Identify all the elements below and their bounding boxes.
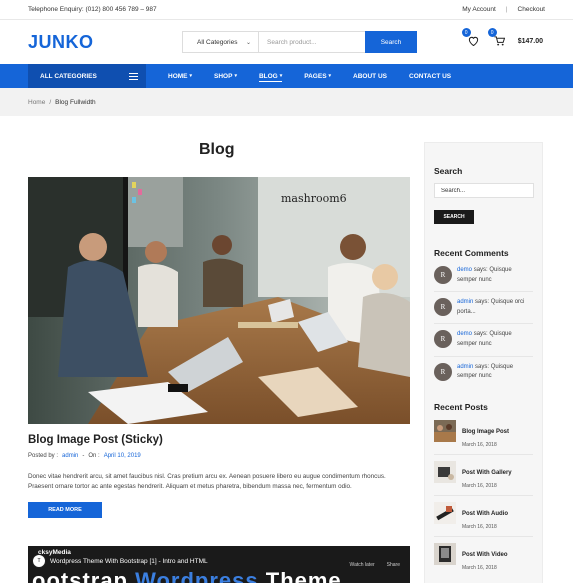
channel-avatar-icon: T bbox=[32, 554, 46, 568]
checkout-link[interactable]: Checkout bbox=[518, 6, 545, 13]
top-links: My Account | Checkout bbox=[462, 6, 545, 13]
chevron-down-icon: ▾ bbox=[279, 73, 283, 79]
nav-items: HOME ▾ SHOP ▾ BLOG ▾ PAGES ▾ ABOUT US CONTAC… bbox=[168, 64, 473, 88]
recent-comments-list: R demo says: Quisque semper nunc R admin… bbox=[434, 260, 533, 388]
top-bar: Telephone Enquiry: (012) 800 456 789 – 9… bbox=[0, 0, 573, 20]
chevron-down-icon: ▾ bbox=[328, 73, 332, 79]
top-separator: | bbox=[505, 6, 508, 13]
page-title: Blog bbox=[199, 141, 235, 158]
cart-icon bbox=[494, 36, 506, 46]
wishlist-count-badge: 0 bbox=[461, 28, 471, 37]
breadcrumb-current: Blog Fullwidth bbox=[55, 98, 96, 106]
comment-item: R admin says: Quisque orci porta... bbox=[434, 292, 533, 325]
post-excerpt: Donec vitae hendrerit arcu, sit amet fau… bbox=[28, 473, 386, 491]
post-date-link[interactable]: April 10, 2019 bbox=[104, 453, 141, 459]
recent-post-item: Post With Audio March 16, 2018 bbox=[434, 496, 533, 537]
recent-post-item: Post With Video March 16, 2018 bbox=[434, 537, 533, 577]
chevron-down-icon: ▾ bbox=[234, 73, 237, 79]
read-more-button[interactable]: READ MORE bbox=[28, 502, 102, 518]
search-button[interactable]: Search bbox=[365, 31, 417, 53]
avatar: R bbox=[434, 266, 452, 284]
meeting-photo: mashroom6 bbox=[28, 177, 410, 424]
recent-posts-heading: Recent Posts bbox=[434, 401, 488, 412]
sidebar-search-heading: Search bbox=[434, 166, 463, 176]
phone-enquiry: Telephone Enquiry: (012) 800 456 789 – 9… bbox=[28, 6, 157, 13]
cart-count-badge: 0 bbox=[487, 28, 497, 37]
avatar: R bbox=[434, 330, 452, 349]
wall-sign-text: mashroom6 bbox=[281, 192, 347, 205]
recent-post-date: March 16, 2018 bbox=[462, 482, 497, 489]
cart-button[interactable]: 0 bbox=[487, 28, 508, 49]
video-channel: cksyMedia bbox=[38, 549, 71, 556]
comment-item: R demo says: Quisque semper nunc bbox=[434, 324, 533, 357]
category-select[interactable]: All Categories ⌄ bbox=[183, 32, 259, 52]
nav-item-pages[interactable]: PAGES ▾ bbox=[304, 64, 331, 88]
sidebar: Search SEARCH Recent Comments R demo say… bbox=[424, 142, 543, 583]
recent-post-title[interactable]: Post With Gallery bbox=[462, 470, 512, 476]
sidebar-search-button[interactable]: SEARCH bbox=[434, 210, 474, 224]
chevron-down-icon: ⌄ bbox=[245, 39, 251, 46]
header-icons: 0 0 $147.00 bbox=[461, 28, 543, 49]
meta-separator: - bbox=[82, 453, 85, 459]
my-account-link[interactable]: My Account bbox=[462, 6, 496, 13]
post-featured-image[interactable]: mashroom6 bbox=[28, 177, 410, 424]
recent-post-title[interactable]: Blog Image Post bbox=[462, 429, 509, 435]
avatar: R bbox=[434, 362, 452, 381]
recent-post-date: March 16, 2018 bbox=[462, 564, 497, 571]
watch-later-button[interactable]: Watch later bbox=[350, 550, 375, 568]
post-author-link[interactable]: admin bbox=[62, 453, 78, 459]
wishlist-button[interactable]: 0 bbox=[461, 28, 482, 49]
nav-item-shop[interactable]: SHOP ▾ bbox=[214, 64, 237, 88]
cart-total: $147.00 bbox=[517, 37, 543, 45]
category-select-value: All Categories bbox=[197, 38, 238, 46]
recent-post-title[interactable]: Post With Audio bbox=[462, 511, 508, 517]
recent-post-item: Blog Image Post March 16, 2018 bbox=[434, 414, 533, 455]
sidebar-search-input[interactable] bbox=[434, 183, 534, 198]
recent-post-title[interactable]: Post With Video bbox=[462, 552, 508, 558]
nav-item-home[interactable]: HOME ▾ bbox=[168, 64, 192, 88]
video-actions: Watch later Share bbox=[350, 550, 400, 568]
main-nav: ALL CATEGORIES HOME ▾ SHOP ▾ BLOG ▾ PAGES ▾ … bbox=[0, 64, 573, 88]
video-title[interactable]: Wordpress Theme With Bootstrap [1] - Int… bbox=[50, 558, 208, 565]
recent-post-thumbnail[interactable] bbox=[434, 460, 456, 483]
comment-item: R admin says: Quisque semper nunc bbox=[434, 357, 533, 388]
comment-author-link[interactable]: demo bbox=[457, 267, 472, 273]
nav-item-blog[interactable]: BLOG ▾ bbox=[258, 64, 283, 88]
heart-icon bbox=[469, 36, 479, 46]
nav-item-about-us[interactable]: ABOUT US bbox=[353, 64, 387, 88]
breadcrumb-home[interactable]: Home bbox=[28, 99, 45, 106]
chevron-down-icon: ▾ bbox=[189, 73, 193, 79]
posted-by-label: Posted by : bbox=[28, 453, 59, 459]
site-header: JUNKO All Categories ⌄ Search 0 0 $147.0… bbox=[0, 20, 573, 64]
comment-author-link[interactable]: demo bbox=[457, 331, 472, 337]
breadcrumb-separator: / bbox=[49, 98, 52, 106]
video-embed[interactable]: cksyMedia T Wordpress Theme With Bootstr… bbox=[28, 546, 410, 583]
recent-post-date: March 16, 2018 bbox=[462, 523, 497, 530]
all-categories-toggle[interactable]: ALL CATEGORIES bbox=[28, 64, 146, 88]
recent-post-thumbnail[interactable] bbox=[434, 501, 456, 524]
avatar: R bbox=[434, 298, 452, 317]
video-thumbnail-text: ootstrap Wordpress Theme bbox=[32, 568, 342, 583]
post-title-link[interactable]: Blog Image Post (Sticky) bbox=[28, 434, 163, 446]
site-logo[interactable]: JUNKO bbox=[28, 32, 94, 53]
nav-item-contact-us[interactable]: CONTACT US bbox=[409, 64, 451, 88]
recent-post-item: Post With Gallery March 16, 2018 bbox=[434, 455, 533, 496]
all-categories-label: ALL CATEGORIES bbox=[40, 72, 97, 80]
hamburger-icon bbox=[129, 72, 138, 80]
product-search-input[interactable] bbox=[259, 32, 365, 52]
recent-comments-heading: Recent Comments bbox=[434, 248, 509, 258]
recent-posts-list: Blog Image Post March 16, 2018 Post With … bbox=[434, 414, 533, 577]
post-meta: Posted by : admin - On : April 10, 2019 bbox=[28, 453, 141, 459]
recent-post-thumbnail[interactable] bbox=[434, 542, 456, 565]
product-search: All Categories ⌄ Search bbox=[182, 31, 417, 53]
share-button[interactable]: Share bbox=[387, 550, 400, 568]
on-label: On : bbox=[88, 453, 100, 459]
recent-post-thumbnail[interactable] bbox=[434, 419, 456, 442]
comment-author-link[interactable]: admin bbox=[457, 364, 473, 370]
recent-post-date: March 16, 2018 bbox=[462, 441, 497, 448]
comment-item: R demo says: Quisque semper nunc bbox=[434, 260, 533, 293]
breadcrumb: Home / Blog Fullwidth bbox=[0, 88, 573, 116]
comment-author-link[interactable]: admin bbox=[457, 299, 473, 305]
